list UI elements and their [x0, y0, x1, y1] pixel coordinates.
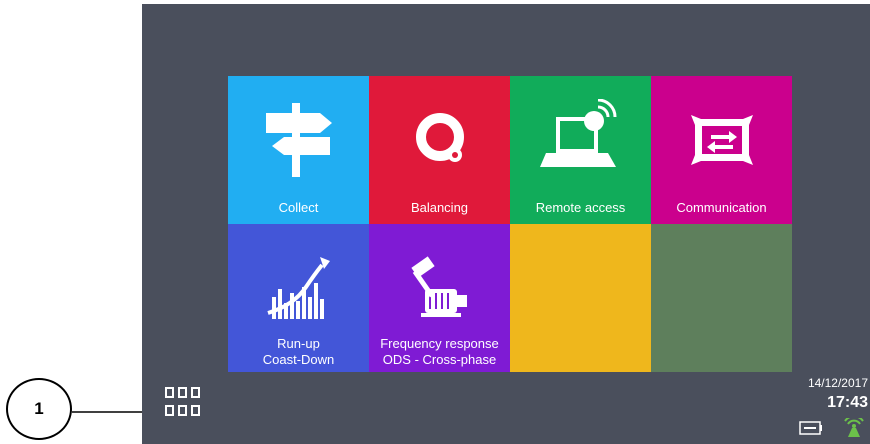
- callout-circle: 1: [6, 378, 72, 440]
- tile-label: Frequency response ODS - Cross-phase: [369, 336, 510, 368]
- tile-label-line2: Coast-Down: [262, 352, 335, 367]
- tile-balancing[interactable]: Balancing: [369, 76, 510, 224]
- tile-label: Remote access: [535, 200, 626, 215]
- status-icons: [798, 415, 868, 438]
- hammer-motor-icon: [369, 242, 510, 332]
- tile-label: Communication: [676, 200, 767, 215]
- wireless-signal-icon: [844, 415, 864, 437]
- balancing-icon: [369, 94, 510, 184]
- tile-collect[interactable]: Collect: [228, 76, 369, 224]
- tile-run-up-coast-down[interactable]: Run-up Coast-Down: [228, 224, 369, 372]
- tile-empty-yellow[interactable]: [510, 224, 651, 372]
- tile-label: Collect: [278, 200, 319, 215]
- signpost-icon: [228, 94, 369, 184]
- apps-grid-button[interactable]: [165, 387, 205, 423]
- remote-access-laptop-icon: [510, 94, 651, 184]
- tile-empty-green[interactable]: [651, 224, 792, 372]
- tile-communication[interactable]: Communication: [651, 76, 792, 224]
- battery-icon: [799, 421, 822, 435]
- tile-remote-access[interactable]: Remote access: [510, 76, 651, 224]
- tile-label-line2: ODS - Cross-phase: [382, 352, 497, 367]
- date-display: 14/12/2017: [807, 376, 868, 390]
- status-area: 14/12/2017 17:43: [788, 376, 868, 412]
- callout-number: 1: [34, 399, 44, 418]
- communication-transfer-icon: [651, 94, 792, 184]
- run-up-chart-icon: [228, 242, 369, 332]
- tile-frequency-response[interactable]: Frequency response ODS - Cross-phase: [369, 224, 510, 372]
- tile-label: Balancing: [410, 200, 469, 215]
- time-display: 17:43: [827, 394, 868, 411]
- tile-label-line1: Run-up: [277, 336, 320, 351]
- tile-label-line1: Frequency response: [380, 336, 499, 351]
- tile-label: Run-up Coast-Down: [228, 336, 369, 368]
